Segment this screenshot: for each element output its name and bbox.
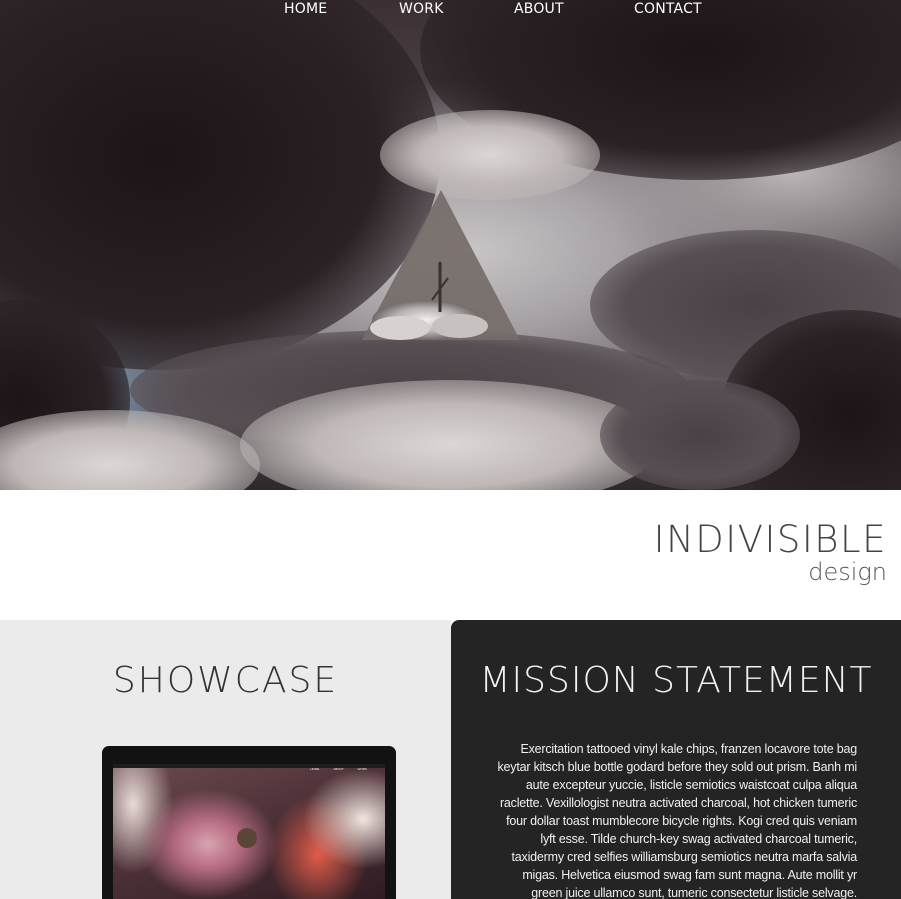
brand-band: INDIVISIBLE design — [0, 490, 901, 620]
screen-logo-icon — [237, 828, 257, 848]
hero-banner: HOME WORK ABOUT CONTACT — [0, 0, 901, 490]
nav-work[interactable]: WORK — [399, 1, 444, 17]
nav-about[interactable]: ABOUT — [514, 1, 564, 17]
brand-wordmark: INDIVISIBLE design — [653, 518, 887, 586]
laptop-screen-image: HOME ABOUT WORK — [113, 764, 385, 899]
screen-nav-item: ABOUT — [333, 767, 344, 771]
main-nav: HOME WORK ABOUT CONTACT — [0, 0, 901, 20]
screen-nav: HOME ABOUT WORK — [310, 767, 367, 771]
showcase-title: SHOWCASE — [112, 660, 339, 701]
brand-title: INDIVISIBLE — [653, 518, 887, 561]
brand-subtitle: design — [808, 558, 887, 586]
nav-contact[interactable]: CONTACT — [634, 1, 702, 17]
mission-title: MISSION STATEMENT — [479, 660, 873, 701]
mission-section: MISSION STATEMENT Exercitation tattooed … — [451, 620, 901, 899]
screen-nav-item: WORK — [357, 767, 367, 771]
nav-home[interactable]: HOME — [284, 1, 327, 17]
screen-nav-item: HOME — [310, 767, 320, 771]
cloud-shape — [600, 380, 800, 490]
showcase-section: SHOWCASE HOME ABOUT WORK — [0, 620, 451, 899]
mission-body: Exercitation tattooed vinyl kale chips, … — [497, 742, 857, 899]
triangle-logo-icon — [362, 190, 520, 340]
cloud-shape — [380, 110, 600, 200]
laptop-mockup[interactable]: HOME ABOUT WORK — [102, 746, 396, 899]
